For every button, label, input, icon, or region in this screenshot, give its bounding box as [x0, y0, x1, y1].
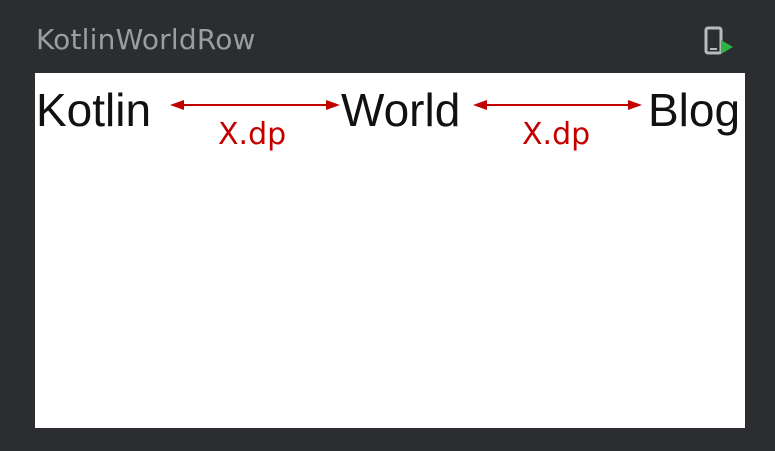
deploy-to-device-icon [704, 26, 733, 55]
deploy-preview-button[interactable] [702, 26, 738, 58]
compose-preview-panel: KotlinWorldRow Kotlin World Blog X.dp X.… [0, 0, 775, 451]
spacing-arrow-2 [473, 100, 642, 110]
spacing-arrow-1 [170, 100, 340, 110]
spacing-label-2: X.dp [522, 117, 591, 152]
spacing-arrows [170, 100, 642, 110]
preview-title: KotlinWorldRow [36, 23, 256, 56]
preview-canvas: Kotlin World Blog X.dp X.dp [35, 73, 745, 428]
spacing-label-1: X.dp [218, 117, 287, 152]
